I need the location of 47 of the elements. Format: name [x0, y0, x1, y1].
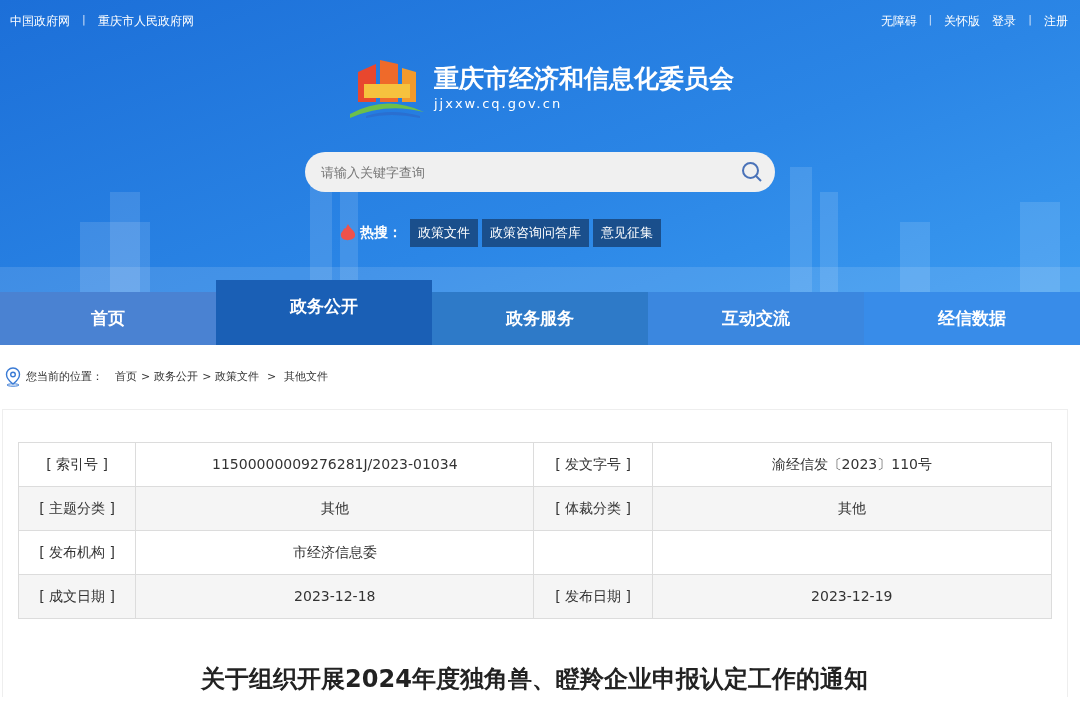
site-title: 重庆市经济和信息化委员会: [434, 64, 734, 95]
field-value: 11500000009276281J/2023-01034: [212, 456, 458, 472]
field-label: [ 发文字号 ]: [555, 456, 631, 472]
search-icon[interactable]: [741, 161, 763, 183]
hot-search-tag[interactable]: 政策咨询问答库: [481, 219, 589, 247]
article-title: 关于组织开展2024年度独角兽、瞪羚企业申报认定工作的通知: [200, 664, 869, 695]
nav-tab[interactable]: 首页: [0, 292, 216, 345]
top-link[interactable]: 关怀版: [940, 12, 985, 30]
breadcrumb-label: 您当前的位置：: [26, 368, 103, 385]
divider-mark: |: [81, 12, 87, 28]
hot-search-tag[interactable]: 政策文件: [409, 219, 478, 247]
field-value: 其他: [837, 500, 866, 516]
nav-tab[interactable]: 互动交流: [648, 292, 864, 345]
nav-tab[interactable]: 经信数据: [864, 292, 1080, 345]
divider-mark: |: [1027, 12, 1033, 28]
top-link[interactable]: 重庆市人民政府网: [93, 12, 198, 30]
nav-tab[interactable]: 政务服务: [432, 292, 648, 345]
field-label: [ 体裁分类 ]: [555, 500, 631, 516]
top-link[interactable]: 无障碍: [876, 12, 921, 30]
field-value: 市经济信息委: [292, 544, 377, 560]
breadcrumb-separator: >: [202, 368, 212, 385]
site-domain: jjxxw.cq.gov.cn: [434, 95, 564, 114]
field-label: [ 成文日期 ]: [39, 588, 115, 604]
field-value: 2023-12-18: [294, 588, 376, 604]
breadcrumb-link[interactable]: 首页: [115, 368, 137, 386]
breadcrumb-link[interactable]: 政务公开: [154, 368, 199, 386]
breadcrumb-link[interactable]: 政策文件: [215, 368, 260, 386]
hot-search-label: 热搜：: [359, 223, 402, 243]
hot-search-tag[interactable]: 意见征集: [592, 219, 661, 247]
top-link[interactable]: 中国政府网: [6, 12, 74, 30]
field-value: 2023-12-19: [811, 588, 893, 604]
field-label: [ 发布机构 ]: [39, 544, 115, 560]
field-label: [ 发布日期 ]: [555, 588, 631, 604]
top-link[interactable]: 登录: [988, 12, 1021, 30]
divider-mark: |: [927, 12, 934, 28]
field-label: [ 索引号 ]: [46, 456, 108, 472]
breadcrumb-link[interactable]: 其他文件: [283, 368, 328, 386]
field-value: 渝经信发〔2023〕110号: [771, 456, 932, 472]
search-field[interactable]: 请输入关键字查询: [305, 152, 775, 192]
top-link[interactable]: 注册: [1040, 12, 1072, 30]
field-value: 其他: [320, 500, 349, 516]
location-icon: [4, 367, 22, 387]
breadcrumb-separator: >: [141, 368, 151, 385]
nav-tab[interactable]: 政务公开: [216, 280, 432, 345]
breadcrumb-separator: >: [265, 368, 278, 385]
flame-icon: [339, 223, 356, 242]
field-label: [ 主题分类 ]: [39, 500, 115, 516]
